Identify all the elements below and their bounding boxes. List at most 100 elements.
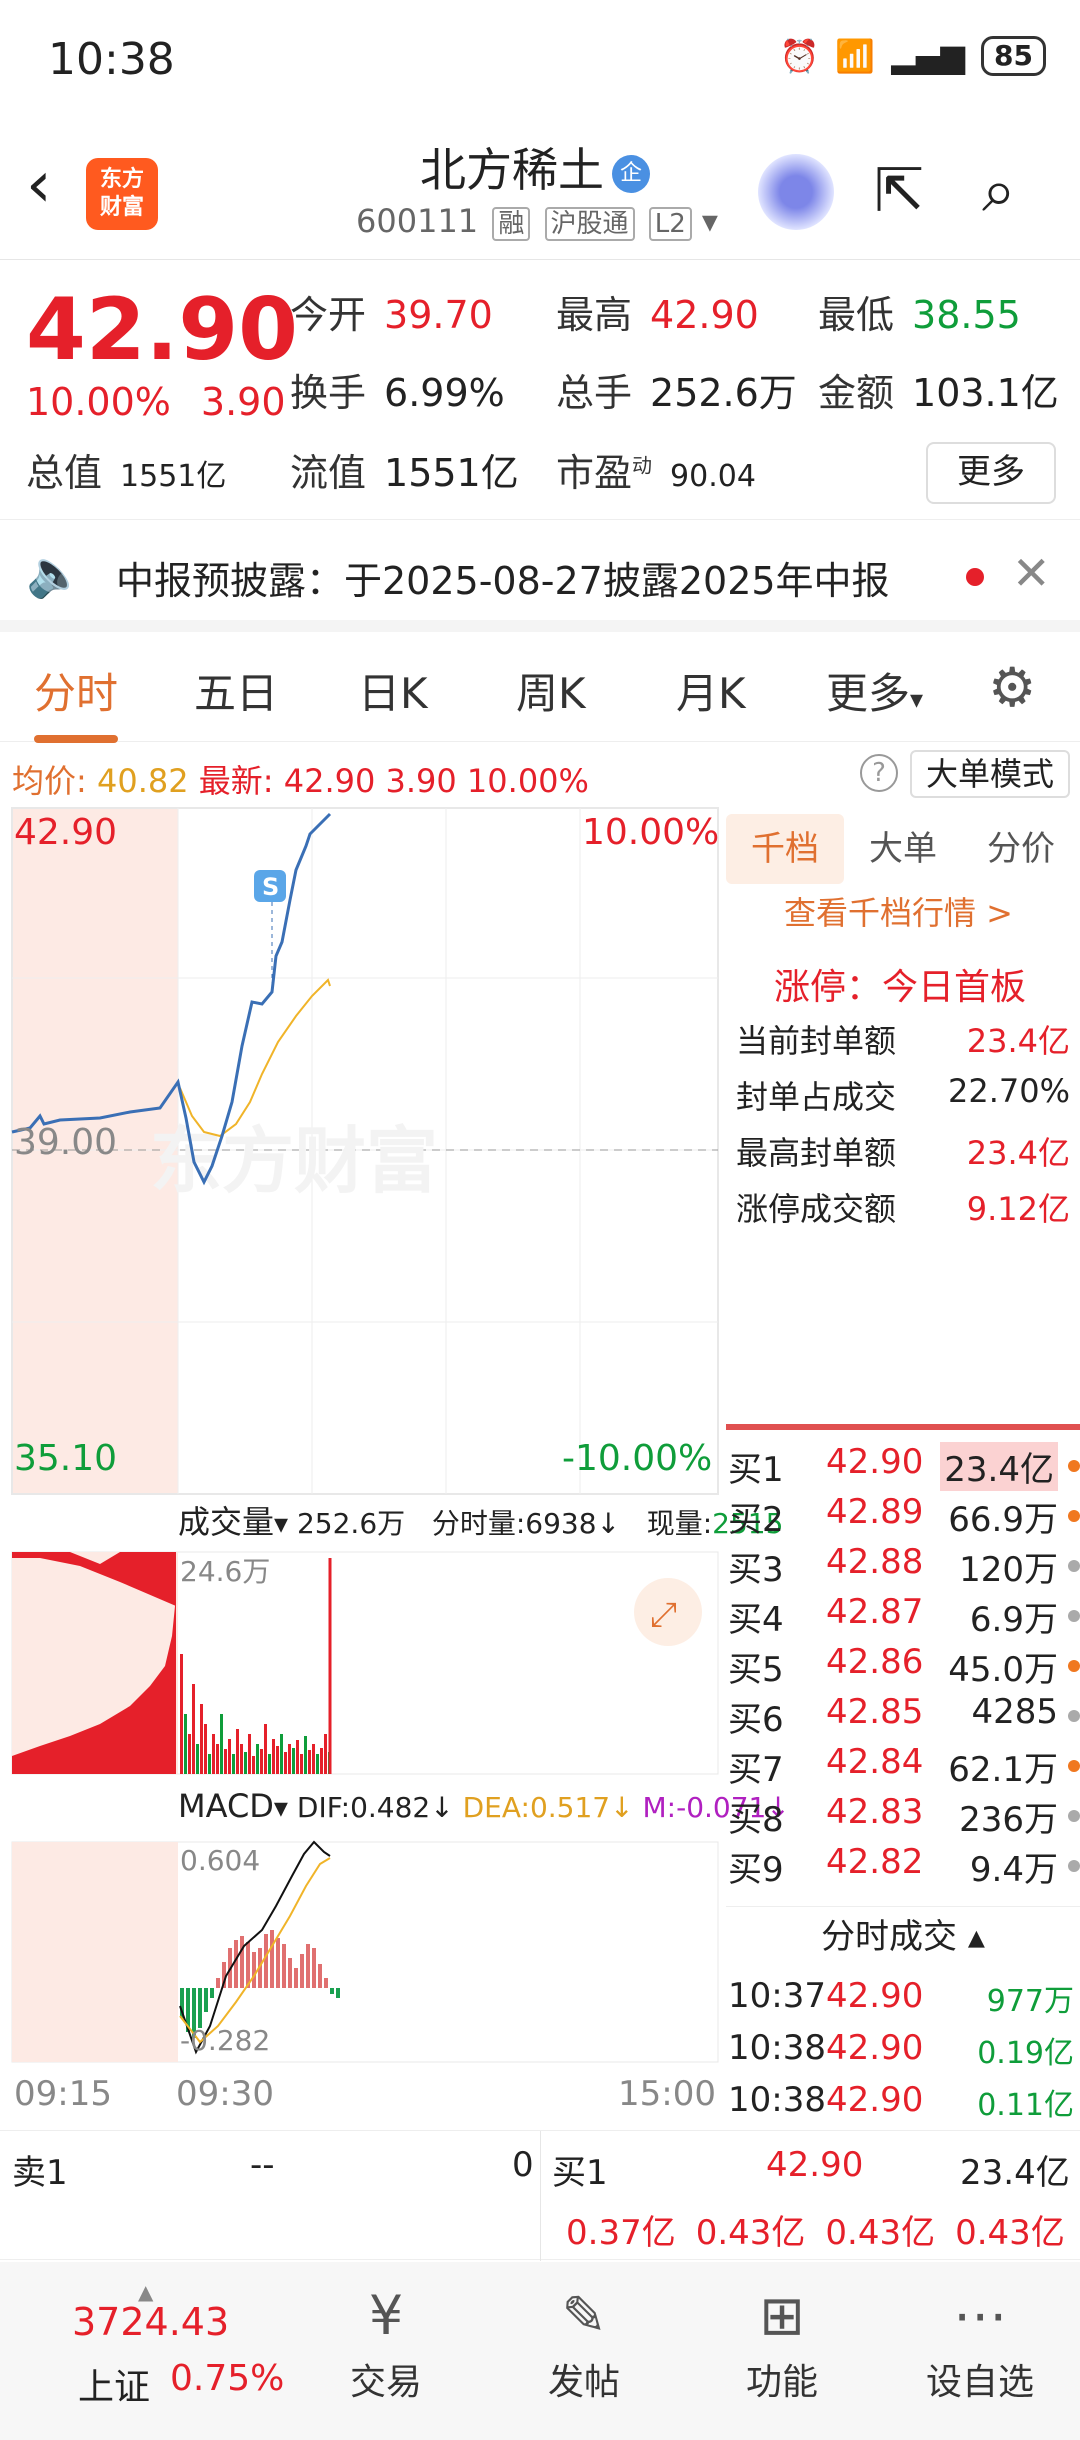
tab-price-dist[interactable]: 分价 [962,814,1080,884]
tag-connect: 沪股通 [544,207,635,241]
panel-divider [726,1424,1080,1430]
bid1-vol: 23.4亿 [960,2153,1070,2193]
bid-row: 买1 42.90 23.4亿 [726,1442,1080,1492]
bottom-price-label: 35.10 [14,1438,118,1479]
tick-row: 10:38 42.90 0.11亿 [728,2080,1074,2123]
more-dots-icon: ⋯ [953,2284,1007,2347]
macd-bar [198,1988,202,2028]
gear-icon[interactable]: ⚙ [988,656,1036,719]
avg-price-row: 均价: 40.82 最新: 42.90 3.90 10.00% ? 大单模式 [0,746,1080,802]
top-pct-label: 10.00% [582,812,720,853]
search-icon[interactable]: ⌕ [982,156,1016,226]
volume-bar [208,1754,211,1774]
unread-dot [966,568,984,586]
status-bar: 10:38 ⏰ 📶 ▂▄▆ 85 [0,0,1080,120]
macd-title[interactable]: MACD [178,1787,274,1825]
volume-bar [180,1654,183,1774]
grid-icon: ⊞ [759,2284,805,2347]
tab-thousand-levels[interactable]: 千档 [726,814,844,884]
macd-bar [252,1952,256,1988]
macd-bar [216,1978,220,1988]
volume-bar [228,1739,231,1774]
ask1-vol: 0 [512,2145,534,2185]
bid-row: 买5 42.86 45.0万 [726,1642,1080,1692]
macd-max-label: 0.604 [180,1844,261,1877]
macd-header: MACD▾ DIF:0.482↓ DEA:0.517↓ M:-0.071↓ [178,1787,790,1825]
tab-intraday[interactable]: 分时 [34,660,119,743]
alarm-icon: ⏰ [779,37,820,75]
tab-monthly-k[interactable]: 月K [676,660,746,721]
volume-bar [308,1750,311,1774]
tab-weekly-k[interactable]: 周K [516,660,586,721]
bid-row: 买3 42.88 120万 [726,1542,1080,1592]
volume-bar [240,1744,243,1774]
tab-functions[interactable]: ⊞ 功能 [682,2284,882,2405]
notice-text[interactable]: 中报预披露：于2025-08-27披露2025年中报 [116,550,890,605]
help-icon[interactable]: ? [860,754,898,792]
status-icons: ⏰ 📶 ▂▄▆ 85 [780,36,1046,76]
tab-big-orders[interactable]: 大单 [844,814,962,884]
macd-bar [210,1988,214,1998]
tab-daily-k[interactable]: 日K [358,660,428,721]
macd-bar [300,1954,304,1988]
trade-amount: 金额 103.1亿 [818,371,1059,415]
notice-bar[interactable]: 🔈 中报预披露：于2025-08-27披露2025年中报 ✕ [0,522,1080,632]
volume-bar [224,1749,227,1774]
more-button[interactable]: 更多 [926,442,1056,504]
tab-post[interactable]: ✎ 发帖 [484,2284,684,2405]
volume-title[interactable]: 成交量 [178,1503,274,1541]
macd-bar [276,1938,280,1988]
time-start: 09:15 [14,2074,112,2114]
top-price-label: 42.90 [14,812,118,853]
big-order-mode-button[interactable]: 大单模式 [910,750,1070,798]
volume-bar [268,1754,271,1774]
dropdown-icon[interactable]: ▾ [702,202,718,240]
bid-row: 买2 42.89 66.9万 [726,1492,1080,1542]
volume-bar [276,1746,279,1774]
tab-trade[interactable]: ¥ 交易 [286,2284,486,2405]
macd-bar [336,1988,340,1998]
bid-row: 买4 42.87 6.9万 [726,1592,1080,1642]
level1-strip[interactable]: 卖1 -- 0 买1 42.90 23.4亿 0.37亿 0.43亿 0.43亿… [0,2130,1080,2261]
bottom-pct-label: -10.00% [562,1438,713,1479]
volume-header: 成交量▾ 252.6万 分时量:6938↓ 现量:2515 [178,1503,784,1541]
app-logo[interactable]: 东方 财富 [86,158,158,230]
stock-code-row[interactable]: 600111 融 沪股通 L2 ▾ [356,202,718,241]
max-seal-row: 最高封单额 23.4亿 [736,1134,1070,1172]
period-tabs: 分时 五日 日K 周K 月K 更多▾ ⚙ [0,642,1080,743]
seal-ratio-row: 封单占成交 22.70% [736,1072,1070,1116]
macd-bar [312,1948,316,1988]
bid-row: 买9 42.82 9.4万 [726,1842,1080,1892]
volume-bar [252,1756,255,1774]
edit-icon: ✎ [561,2284,607,2347]
mid-price-label: 39.00 [14,1122,118,1163]
volume-bar [244,1752,247,1774]
macd-bar [294,1968,298,1988]
volume-bar [284,1752,287,1774]
volume-bar [236,1729,239,1774]
volume-bar [320,1748,323,1774]
last-price: 42.90 [26,280,299,380]
tab-5day[interactable]: 五日 [194,660,278,721]
clock: 10:38 [48,34,175,85]
volume-bar [292,1748,295,1774]
close-icon[interactable]: ✕ [1012,546,1051,600]
ask1-price: -- [250,2145,275,2185]
volume-bar [256,1744,259,1774]
assistant-avatar-icon[interactable] [758,154,834,230]
back-icon[interactable]: ‹ [26,148,52,222]
intraday-chart[interactable]: 东方财富 S ⤢ 42.90 10.00% 39.00 35.10 -10.00… [0,806,790,2126]
tab-more[interactable]: 更多▾ [826,660,923,721]
volume-bar [300,1754,303,1774]
share-icon[interactable]: ⇱ [874,156,924,226]
volume-bar [260,1749,263,1774]
macd-bar [324,1978,328,1988]
tick-trades-header[interactable]: 分时成交 ▴ [726,1906,1080,1966]
sell-marker-label: S [262,873,279,901]
expand-icon: ⤢ [650,1595,677,1635]
high-price: 最高 42.90 [556,293,759,337]
view-levels-link[interactable]: 查看千档行情 > [784,888,1013,934]
limit-up-status: 涨停：今日首板 [774,967,1027,1008]
turnover-rate: 换手 6.99% [290,371,505,415]
tab-add-watchlist[interactable]: ⋯ 设自选 [880,2284,1080,2405]
